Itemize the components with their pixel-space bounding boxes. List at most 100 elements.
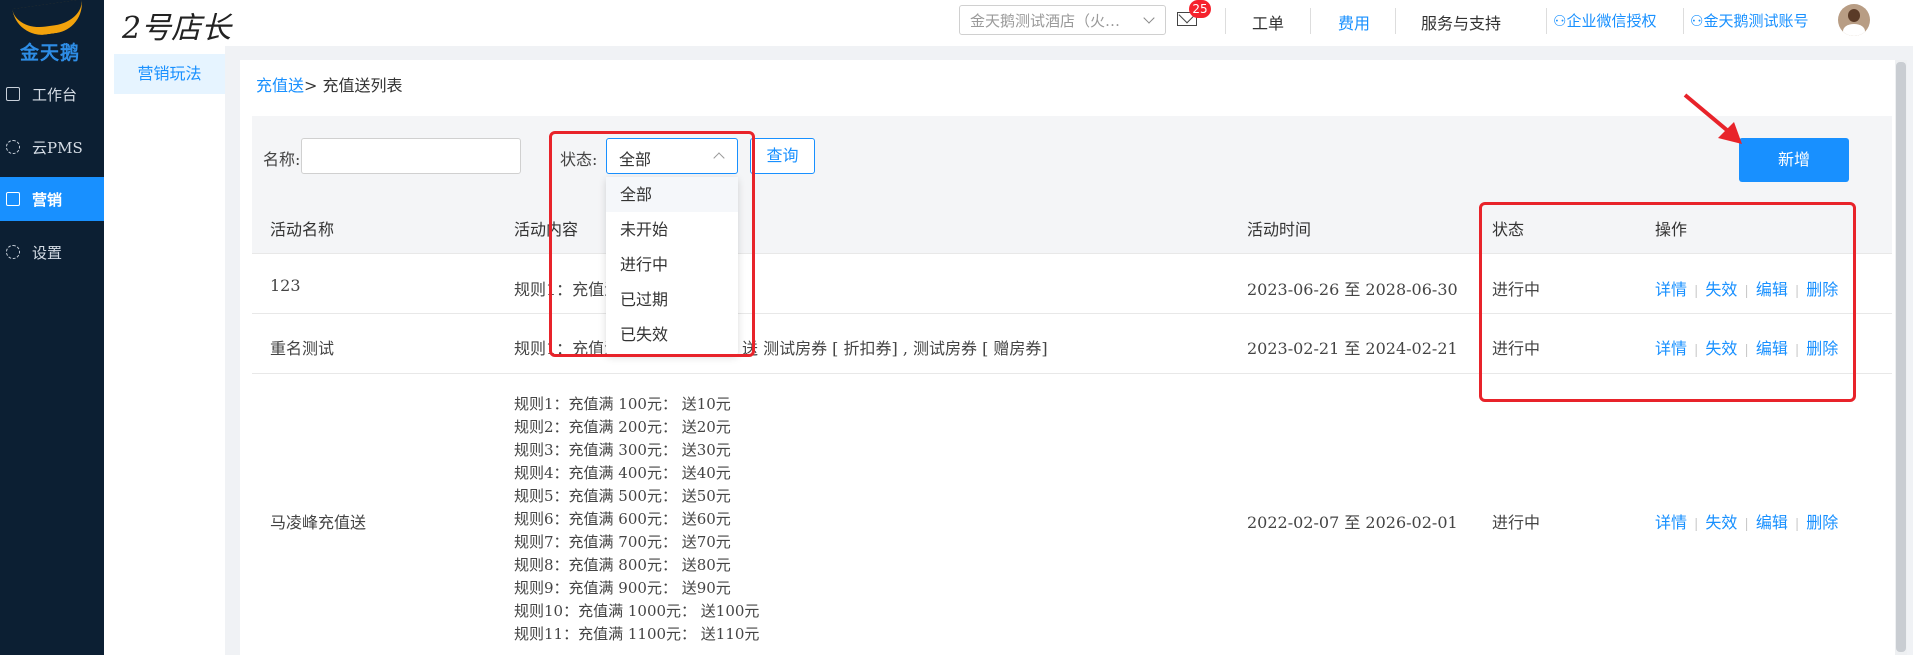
- workbench-icon: [6, 87, 20, 101]
- account-label: 金天鹅测试账号: [1703, 12, 1809, 30]
- brand-name: 金天鹅: [20, 42, 81, 64]
- gear-icon: [6, 140, 20, 154]
- status-option-not-started[interactable]: 未开始: [606, 212, 738, 247]
- marketing-icon: [6, 192, 20, 206]
- wecom-auth-link[interactable]: ⚇企业微信授权: [1553, 10, 1656, 31]
- row-divider: [252, 373, 1892, 374]
- user-icon: ⚇: [1553, 12, 1567, 30]
- rule-line: 规则6：充值满 600元： 送60元: [514, 510, 731, 528]
- user-icon: ⚇: [1690, 12, 1704, 30]
- rule-line: 规则7：充值满 700元： 送70元: [514, 533, 731, 551]
- chevron-up-icon: [713, 152, 725, 164]
- table-header-row: [252, 200, 1892, 254]
- status-option-all[interactable]: 全部: [606, 177, 738, 212]
- row-2-time: 2023-02-21 至 2024-02-21: [1247, 339, 1458, 358]
- rule-line: 规则3：充值满 300元： 送30元: [514, 441, 731, 459]
- status-option-expired[interactable]: 已过期: [606, 282, 738, 317]
- rule-line: 规则11：充值满 1100元： 送110元: [514, 625, 760, 643]
- status-select[interactable]: 全部: [606, 138, 738, 174]
- status-option-invalid[interactable]: 已失效: [606, 317, 738, 352]
- nav-item-label: 云PMS: [32, 138, 83, 157]
- detail-link[interactable]: 详情: [1655, 339, 1687, 358]
- row-3-rules: 规则1：充值满 100元： 送10元 规则2：充值满 200元： 送20元 规则…: [514, 393, 759, 646]
- row-2-status: 进行中: [1492, 339, 1541, 358]
- add-button[interactable]: 新增: [1739, 138, 1849, 182]
- delete-link[interactable]: 删除: [1806, 280, 1838, 299]
- hotel-select[interactable]: 金天鹅测试酒店（火…: [959, 5, 1166, 35]
- row-1-name: 123: [270, 276, 301, 295]
- nav-item-label: 设置: [32, 243, 63, 262]
- status-select-value: 全部: [619, 150, 652, 169]
- separator: |: [1744, 343, 1749, 358]
- subnav-item-marketing-play[interactable]: 营销玩法: [114, 54, 225, 94]
- column-header-content: 活动内容: [514, 220, 579, 239]
- column-header-time: 活动时间: [1247, 220, 1312, 239]
- row-3-time: 2022-02-07 至 2026-02-01: [1247, 513, 1458, 532]
- invalidate-link[interactable]: 失效: [1705, 513, 1737, 532]
- separator: |: [1794, 284, 1800, 299]
- nav-item-marketing[interactable]: 营销: [0, 177, 104, 221]
- edit-link[interactable]: 编辑: [1756, 280, 1788, 299]
- invalidate-link[interactable]: 失效: [1705, 339, 1737, 358]
- divider: [1683, 8, 1684, 34]
- divider: [1310, 8, 1311, 34]
- status-filter-label: 状态:: [560, 150, 598, 169]
- row-2-name: 重名测试: [270, 339, 335, 358]
- rule-line: 规则9：充值满 900元： 送90元: [514, 579, 731, 597]
- nav-item-settings[interactable]: 设置: [0, 230, 104, 274]
- separator: |: [1694, 343, 1699, 358]
- rule-line: 规则2：充值满 200元： 送20元: [514, 418, 731, 436]
- vertical-scrollbar[interactable]: [1895, 60, 1907, 655]
- row-2-actions: 详情 | 失效 | 编辑 | 删除: [1655, 335, 1838, 359]
- row-2-content-tail: 送 测试房券 [ 折扣券] , 测试房券 [ 赠房券]: [742, 339, 1048, 358]
- invalidate-link[interactable]: 失效: [1705, 280, 1737, 299]
- name-filter-label: 名称:: [263, 150, 301, 169]
- row-1-status: 进行中: [1492, 280, 1541, 299]
- nav-item-label: 工作台: [32, 85, 78, 104]
- row-1-content: 规则1：充值满: [514, 280, 621, 299]
- separator: |: [1744, 284, 1749, 299]
- query-button[interactable]: 查询: [750, 138, 815, 174]
- name-filter-input[interactable]: [301, 138, 521, 174]
- chevron-down-icon: [1143, 12, 1155, 24]
- delete-link[interactable]: 删除: [1806, 513, 1838, 532]
- scrollbar-thumb[interactable]: [1896, 62, 1906, 652]
- work-order-link[interactable]: 工单: [1252, 10, 1284, 34]
- separator: |: [1794, 343, 1800, 358]
- rule-line: 规则5：充值满 500元： 送50元: [514, 487, 731, 505]
- rule-line: 规则10：充值满 1000元： 送100元: [514, 602, 760, 620]
- separator: |: [1694, 517, 1699, 532]
- sub-nav: 营销玩法: [104, 46, 225, 655]
- hotel-select-value: 金天鹅测试酒店（火…: [970, 12, 1121, 30]
- status-option-in-progress[interactable]: 进行中: [606, 247, 738, 282]
- detail-link[interactable]: 详情: [1655, 280, 1687, 299]
- separator: |: [1694, 284, 1699, 299]
- breadcrumb-current: > 充值送列表: [304, 76, 403, 95]
- row-2-content: 规则1：充值满: [514, 339, 621, 358]
- nav-item-cloud-pms[interactable]: 云PMS: [0, 125, 104, 169]
- fees-link[interactable]: 费用: [1338, 10, 1370, 34]
- row-1-actions: 详情 | 失效 | 编辑 | 删除: [1655, 276, 1838, 300]
- account-link[interactable]: ⚇金天鹅测试账号: [1690, 10, 1808, 31]
- divider: [1395, 8, 1396, 34]
- detail-link[interactable]: 详情: [1655, 513, 1687, 532]
- settings-gear-icon: [6, 245, 20, 259]
- nav-item-workbench[interactable]: 工作台: [0, 72, 104, 116]
- row-divider: [252, 313, 1892, 314]
- edit-link[interactable]: 编辑: [1756, 513, 1788, 532]
- annotation-arrow-icon: [1683, 93, 1742, 144]
- avatar[interactable]: [1838, 4, 1870, 36]
- delete-link[interactable]: 删除: [1806, 339, 1838, 358]
- divider: [1546, 8, 1547, 34]
- nav-item-label: 营销: [32, 190, 63, 209]
- edit-link[interactable]: 编辑: [1756, 339, 1788, 358]
- wecom-auth-label: 企业微信授权: [1566, 12, 1657, 30]
- column-header-name: 活动名称: [270, 220, 335, 239]
- breadcrumb: 充值送> 充值送列表: [256, 72, 403, 96]
- service-support-link[interactable]: 服务与支持: [1421, 10, 1501, 34]
- breadcrumb-parent-link[interactable]: 充值送: [256, 76, 304, 95]
- separator: |: [1744, 517, 1749, 532]
- brand-logo: 金天鹅: [0, 0, 104, 64]
- rule-line: 规则4：充值满 400元： 送40元: [514, 464, 731, 482]
- app-title: 2号店长: [122, 11, 232, 46]
